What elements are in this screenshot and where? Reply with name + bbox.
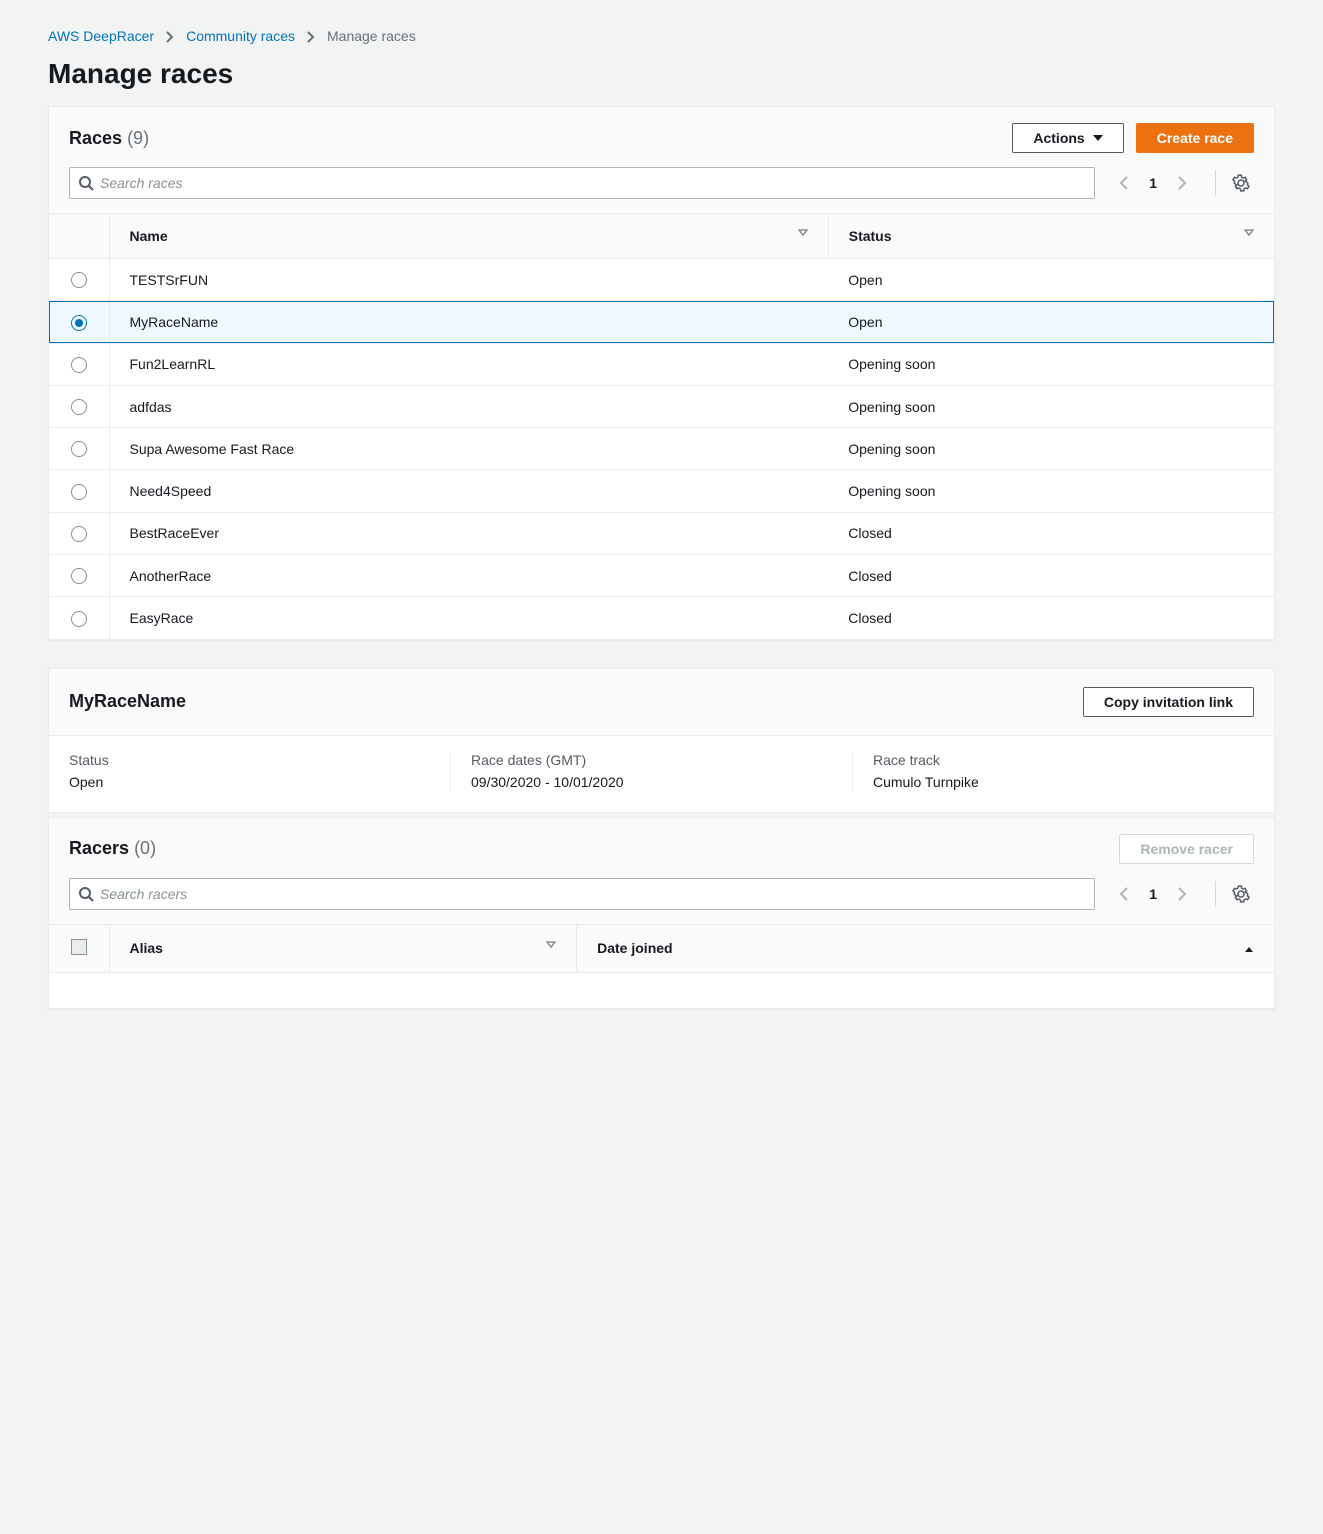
- breadcrumb-link-community-races[interactable]: Community races: [186, 28, 295, 44]
- sort-icon: [546, 940, 556, 952]
- detail-dates-label: Race dates (GMT): [471, 752, 832, 768]
- race-status-cell: Open: [828, 301, 1274, 343]
- racers-page-number: 1: [1139, 886, 1167, 902]
- race-name-cell: Need4Speed: [109, 470, 828, 512]
- detail-track-label: Race track: [873, 752, 1234, 768]
- races-col-status[interactable]: Status: [828, 214, 1274, 259]
- table-row[interactable]: adfdasOpening soon: [49, 385, 1274, 427]
- race-select-radio[interactable]: [71, 568, 87, 584]
- race-name-cell: TESTSrFUN: [109, 259, 828, 301]
- race-select-radio[interactable]: [71, 441, 87, 457]
- search-races-input[interactable]: [100, 175, 1086, 191]
- search-races-wrapper[interactable]: [69, 167, 1095, 199]
- racers-col-date-joined[interactable]: Date joined: [577, 924, 1274, 972]
- races-prev-page-button[interactable]: [1113, 171, 1135, 195]
- race-select-radio[interactable]: [71, 315, 87, 331]
- remove-racer-button[interactable]: Remove racer: [1119, 834, 1254, 864]
- races-next-page-button[interactable]: [1171, 171, 1193, 195]
- search-icon: [78, 886, 94, 902]
- race-name-cell: AnotherRace: [109, 555, 828, 597]
- racers-prev-page-button[interactable]: [1113, 881, 1135, 905]
- race-status-cell: Opening soon: [828, 385, 1274, 427]
- race-name-cell: adfdas: [109, 385, 828, 427]
- racers-pager: 1: [1107, 881, 1199, 905]
- table-row[interactable]: AnotherRaceClosed: [49, 555, 1274, 597]
- race-select-radio[interactable]: [71, 399, 87, 415]
- chevron-right-icon: [166, 28, 174, 44]
- races-settings-button[interactable]: [1215, 170, 1254, 196]
- racers-panel-title: Racers (0): [69, 838, 156, 859]
- races-table: Name Status TESTSrFUNOpenMyRaceNameOpenF…: [49, 213, 1274, 639]
- detail-track-value: Cumulo Turnpike: [873, 774, 1234, 790]
- racers-count: (0): [134, 838, 156, 858]
- races-col-name[interactable]: Name: [109, 214, 828, 259]
- race-status-cell: Closed: [828, 512, 1274, 554]
- detail-status-label: Status: [69, 752, 430, 768]
- detail-status-value: Open: [69, 774, 430, 790]
- races-pager: 1: [1107, 171, 1199, 195]
- race-detail-title: MyRaceName: [69, 691, 186, 712]
- race-name-cell: Fun2LearnRL: [109, 343, 828, 385]
- races-col-select: [49, 214, 109, 259]
- search-racers-wrapper[interactable]: [69, 878, 1095, 910]
- create-race-button[interactable]: Create race: [1136, 123, 1254, 153]
- race-select-radio[interactable]: [71, 484, 87, 500]
- table-row[interactable]: TESTSrFUNOpen: [49, 259, 1274, 301]
- races-count: (9): [127, 128, 149, 148]
- racers-next-page-button[interactable]: [1171, 881, 1193, 905]
- race-name-cell: EasyRace: [109, 597, 828, 639]
- race-select-radio[interactable]: [71, 357, 87, 373]
- races-panel-title: Races (9): [69, 128, 149, 149]
- table-row[interactable]: MyRaceNameOpen: [49, 301, 1274, 343]
- race-select-radio[interactable]: [71, 272, 87, 288]
- race-status-cell: Opening soon: [828, 470, 1274, 512]
- select-all-racers-checkbox[interactable]: [71, 939, 87, 955]
- table-row[interactable]: BestRaceEverClosed: [49, 512, 1274, 554]
- race-status-cell: Closed: [828, 555, 1274, 597]
- race-select-radio[interactable]: [71, 526, 87, 542]
- chevron-right-icon: [307, 28, 315, 44]
- race-select-radio[interactable]: [71, 611, 87, 627]
- race-status-cell: Closed: [828, 597, 1274, 639]
- actions-button[interactable]: Actions: [1012, 123, 1123, 153]
- racers-table: Alias Date joined: [49, 924, 1274, 1009]
- gear-icon: [1232, 174, 1250, 192]
- race-status-cell: Opening soon: [828, 343, 1274, 385]
- sort-icon: [798, 228, 808, 240]
- race-name-cell: BestRaceEver: [109, 512, 828, 554]
- table-row[interactable]: Supa Awesome Fast RaceOpening soon: [49, 428, 1274, 470]
- copy-invitation-link-button[interactable]: Copy invitation link: [1083, 687, 1254, 717]
- gear-icon: [1232, 885, 1250, 903]
- races-page-number: 1: [1139, 175, 1167, 191]
- racers-col-alias[interactable]: Alias: [109, 924, 577, 972]
- race-status-cell: Open: [828, 259, 1274, 301]
- page-title: Manage races: [48, 58, 1275, 90]
- table-row[interactable]: EasyRaceClosed: [49, 597, 1274, 639]
- race-detail-panel: MyRaceName Copy invitation link Status O…: [48, 668, 1275, 1010]
- sort-icon: [1244, 228, 1254, 240]
- race-status-cell: Opening soon: [828, 428, 1274, 470]
- race-name-cell: Supa Awesome Fast Race: [109, 428, 828, 470]
- caret-down-icon: [1093, 135, 1103, 141]
- racers-col-select[interactable]: [49, 924, 109, 972]
- breadcrumb-current: Manage races: [327, 28, 416, 44]
- detail-dates-value: 09/30/2020 - 10/01/2020: [471, 774, 832, 790]
- sort-asc-icon: [1244, 940, 1254, 956]
- breadcrumb-link-deepracer[interactable]: AWS DeepRacer: [48, 28, 154, 44]
- races-panel: Races (9) Actions Create race 1: [48, 106, 1275, 640]
- search-icon: [78, 175, 94, 191]
- racers-settings-button[interactable]: [1215, 881, 1254, 907]
- breadcrumb: AWS DeepRacer Community races Manage rac…: [48, 28, 1275, 44]
- table-row[interactable]: Fun2LearnRLOpening soon: [49, 343, 1274, 385]
- race-name-cell: MyRaceName: [109, 301, 828, 343]
- search-racers-input[interactable]: [100, 886, 1086, 902]
- table-row[interactable]: Need4SpeedOpening soon: [49, 470, 1274, 512]
